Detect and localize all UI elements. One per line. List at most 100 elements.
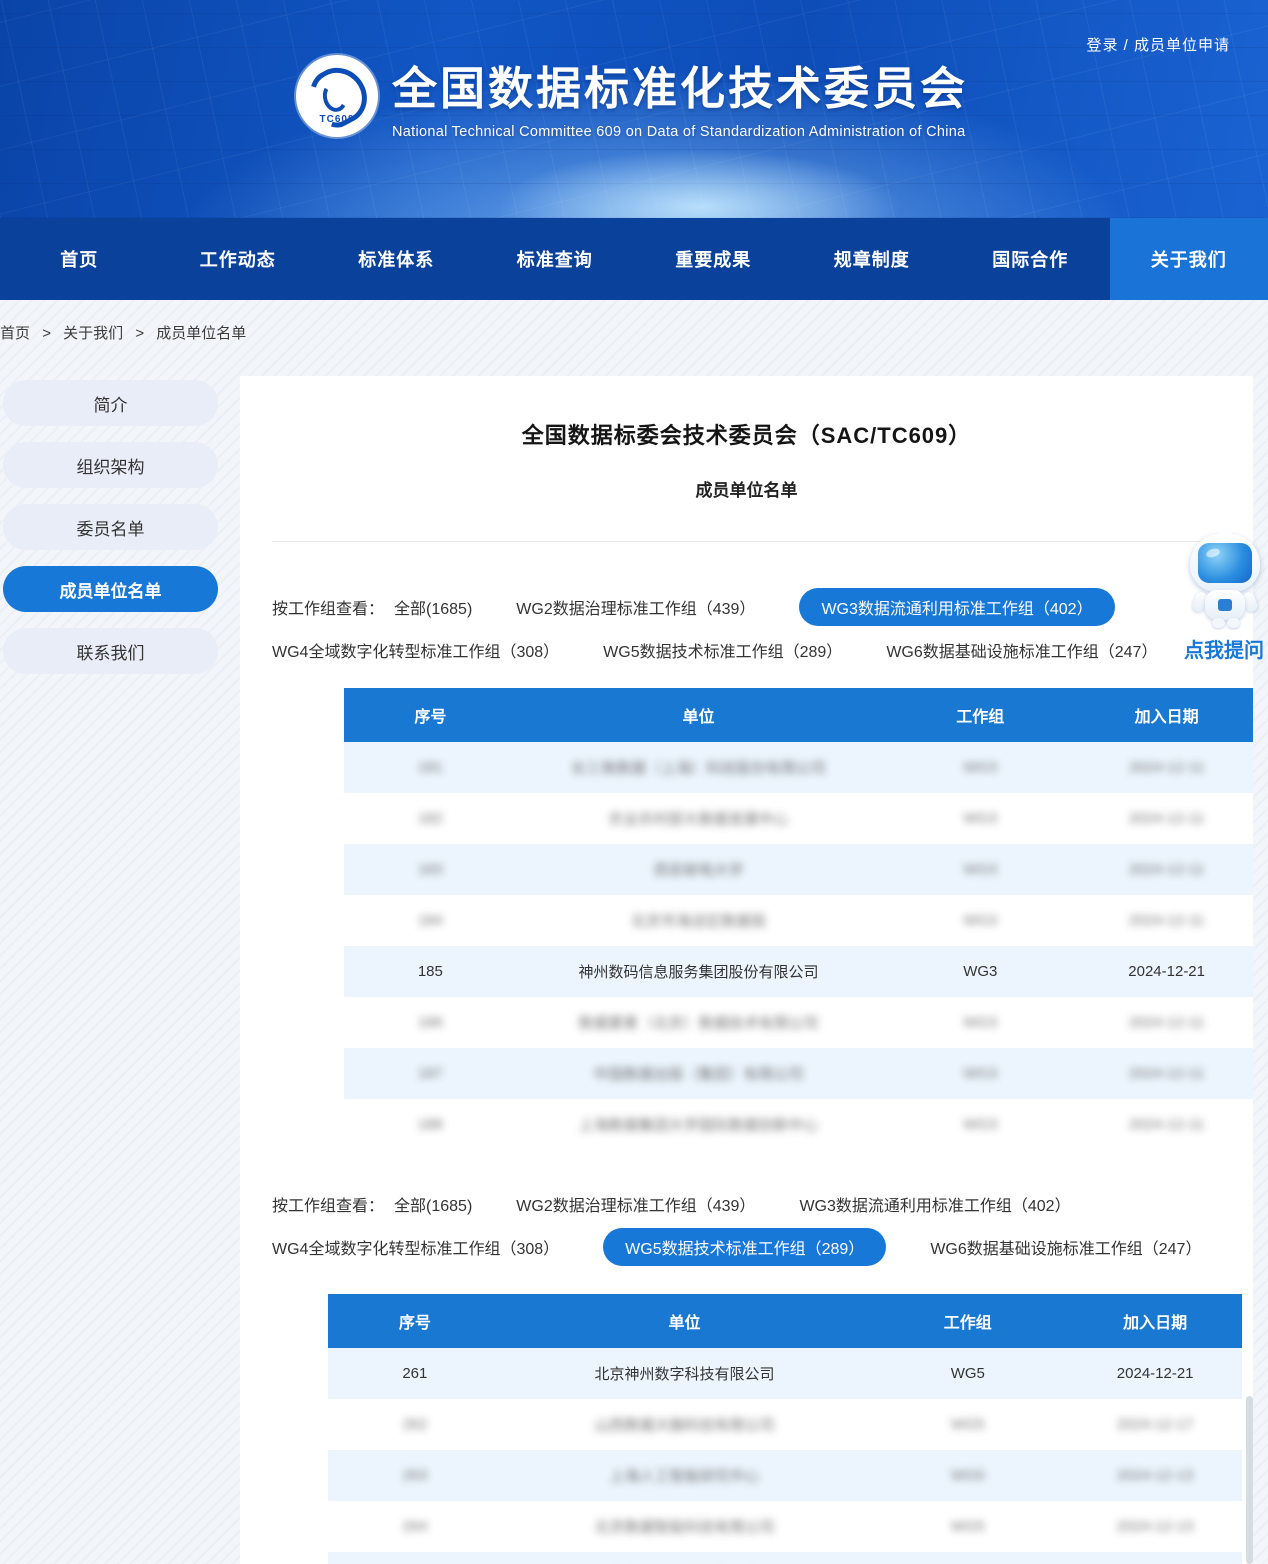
divider	[272, 541, 1223, 542]
filter-chip-wg3[interactable]: WG3数据流通利用标准工作组（402）	[799, 1192, 1070, 1216]
nav-item-home[interactable]: 首页	[0, 218, 159, 300]
breadcrumb-separator: >	[42, 325, 51, 342]
col-header-serial: 序号	[328, 1294, 502, 1348]
nav-item-regulations[interactable]: 规章制度	[793, 218, 952, 300]
table-row: 187 中国数据出版（集团）有限公司 WG3 2024-12-11	[344, 1048, 1253, 1099]
cell-workgroup: WG3	[880, 793, 1080, 844]
filter-section-wg3: 按工作组查看： 全部(1685) WG2数据治理标准工作组（439） WG3数据…	[272, 588, 1223, 662]
nav-item-international[interactable]: 国际合作	[951, 218, 1110, 300]
cell-unit: 北京神州数字科技有限公司	[502, 1348, 868, 1399]
cell-join-date: 2024-12-11	[1080, 895, 1253, 946]
cell-workgroup: WG3	[880, 946, 1080, 997]
filter-chip-wg5[interactable]: WG5数据技术标准工作组（289）	[603, 638, 842, 662]
content-panel: 全国数据标委会技术委员会（SAC/TC609） 成员单位名单 按工作组查看： 全…	[240, 376, 1253, 1564]
filter-chip-wg4[interactable]: WG4全域数字化转型标准工作组（308）	[272, 638, 559, 662]
col-header-workgroup: 工作组	[867, 1294, 1068, 1348]
cell-workgroup: WG5	[867, 1399, 1068, 1450]
cell-workgroup: WG3	[880, 1048, 1080, 1099]
filter-chip-wg6[interactable]: WG6数据基础设施标准工作组（247）	[930, 1235, 1201, 1259]
filter-chip-wg2[interactable]: WG2数据治理标准工作组（439）	[516, 1192, 755, 1216]
cell-workgroup: WG3	[880, 997, 1080, 1048]
cell-workgroup: WG5	[867, 1450, 1068, 1501]
cell-join-date: 2024-12-13	[1068, 1501, 1242, 1552]
table-row: 184 北京市海淀区数据局 WG3 2024-12-11	[344, 895, 1253, 946]
assistant-robot-icon[interactable]	[1186, 526, 1264, 628]
cell-serial: 262	[328, 1399, 502, 1450]
cell-serial: 265	[328, 1552, 502, 1564]
assistant-ask-label[interactable]: 点我提问	[1178, 634, 1268, 663]
filter-chip-wg5-active[interactable]: WG5数据技术标准工作组（289）	[603, 1228, 886, 1266]
cell-unit: 上海数据集团大学国际数据创新中心	[517, 1099, 881, 1150]
breadcrumb-about[interactable]: 关于我们	[63, 325, 123, 342]
page-subtitle: 成员单位名单	[240, 476, 1253, 501]
nav-item-standard-search[interactable]: 标准查询	[476, 218, 635, 300]
cell-join-date: 2024-12-21	[1068, 1552, 1242, 1564]
nav-item-about-us[interactable]: 关于我们	[1110, 218, 1268, 300]
cell-serial: 187	[344, 1048, 517, 1099]
filter-chip-wg6[interactable]: WG6数据基础设施标准工作组（247）	[886, 638, 1157, 662]
cell-workgroup: WG3	[880, 1099, 1080, 1150]
site-subtitle-en: National Technical Committee 609 on Data…	[392, 124, 968, 140]
filter-label: 按工作组查看：	[272, 595, 384, 619]
cell-join-date: 2024-12-21	[1068, 1348, 1242, 1399]
sidebar-item-member-units[interactable]: 成员单位名单	[3, 566, 218, 612]
filter-chip-wg2[interactable]: WG2数据治理标准工作组（439）	[516, 595, 755, 619]
cell-serial: 181	[344, 742, 517, 793]
sidebar-item-committee-list[interactable]: 委员名单	[3, 504, 218, 550]
breadcrumb-home[interactable]: 首页	[0, 325, 30, 342]
cell-workgroup: WG5	[867, 1552, 1068, 1564]
cell-serial: 184	[344, 895, 517, 946]
breadcrumb-separator: >	[135, 325, 144, 342]
table-row: 264 北京数据智能科技有限公司 WG5 2024-12-13	[328, 1501, 1242, 1552]
sidebar-item-org-structure[interactable]: 组织架构	[3, 442, 218, 488]
breadcrumb: 首页 > 关于我们 > 成员单位名单	[0, 322, 996, 343]
cell-workgroup: WG5	[867, 1501, 1068, 1552]
nav-item-standard-system[interactable]: 标准体系	[317, 218, 476, 300]
robot-face-screen	[1198, 543, 1252, 583]
cell-serial: 186	[344, 997, 517, 1048]
col-header-join-date: 加入日期	[1068, 1294, 1242, 1348]
cell-join-date: 2024-12-21	[1080, 946, 1253, 997]
table-row: 188 上海数据集团大学国际数据创新中心 WG3 2024-12-11	[344, 1099, 1253, 1150]
col-header-workgroup: 工作组	[880, 688, 1080, 742]
cell-join-date: 2024-12-11	[1080, 844, 1253, 895]
cell-serial: 188	[344, 1099, 517, 1150]
cell-join-date: 2024-12-13	[1068, 1450, 1242, 1501]
main-nav: 首页 工作动态 标准体系 标准查询 重要成果 规章制度 国际合作 关于我们	[0, 218, 1268, 300]
table-header-row: 序号 单位 工作组 加入日期	[344, 688, 1253, 742]
member-table-wg5: 序号 单位 工作组 加入日期 261 北京神州数字科技有限公司 WG5 2024…	[328, 1294, 1242, 1564]
login-apply-link[interactable]: 登录 / 成员单位申请	[1086, 34, 1230, 55]
filter-chip-all[interactable]: 全部(1685)	[394, 595, 472, 619]
table-row: 265 数据研究科技有限公司 WG5 2024-12-21	[328, 1552, 1242, 1564]
robot-foot	[1212, 618, 1225, 628]
cell-join-date: 2024-12-11	[1080, 1099, 1253, 1150]
table-row: 183 西安邮电大学 WG3 2024-12-11	[344, 844, 1253, 895]
cell-join-date: 2024-12-11	[1080, 997, 1253, 1048]
cell-workgroup: WG3	[880, 895, 1080, 946]
sidebar-item-intro[interactable]: 简介	[3, 380, 218, 426]
table-row: 261 北京神州数字科技有限公司 WG5 2024-12-21	[328, 1348, 1242, 1399]
robot-foot	[1227, 618, 1240, 628]
col-header-unit: 单位	[502, 1294, 868, 1348]
site-title: 全国数据标准化技术委员会	[392, 52, 968, 117]
cell-workgroup: WG5	[867, 1348, 1068, 1399]
cell-unit: 北京市海淀区数据局	[517, 895, 881, 946]
filter-chip-wg3-active[interactable]: WG3数据流通利用标准工作组（402）	[799, 588, 1114, 626]
filter-label: 按工作组查看：	[272, 1192, 384, 1216]
cell-join-date: 2024-12-17	[1068, 1399, 1242, 1450]
cell-join-date: 2024-12-11	[1080, 793, 1253, 844]
filter-chip-all[interactable]: 全部(1685)	[394, 1192, 472, 1216]
logo-text: TC609	[296, 114, 378, 125]
member-table-wg3: 序号 单位 工作组 加入日期 181 长三角数据（上海）科技股份有限公司 WG3…	[344, 688, 1253, 1150]
cell-serial: 185	[344, 946, 517, 997]
filter-chip-wg4[interactable]: WG4全域数字化转型标准工作组（308）	[272, 1235, 559, 1259]
table-header-row: 序号 单位 工作组 加入日期	[328, 1294, 1242, 1348]
sidebar: 简介 组织架构 委员名单 成员单位名单 联系我们	[3, 380, 218, 690]
scrollbar-thumb[interactable]	[1246, 1396, 1253, 1564]
sidebar-item-contact-us[interactable]: 联系我们	[3, 628, 218, 674]
table-row: 186 数据要素（北京）数据技术有限公司 WG3 2024-12-11	[344, 997, 1253, 1048]
nav-item-work-news[interactable]: 工作动态	[159, 218, 318, 300]
col-header-unit: 单位	[517, 688, 881, 742]
cell-unit: 神州数码信息服务集团股份有限公司	[517, 946, 881, 997]
nav-item-key-results[interactable]: 重要成果	[634, 218, 793, 300]
